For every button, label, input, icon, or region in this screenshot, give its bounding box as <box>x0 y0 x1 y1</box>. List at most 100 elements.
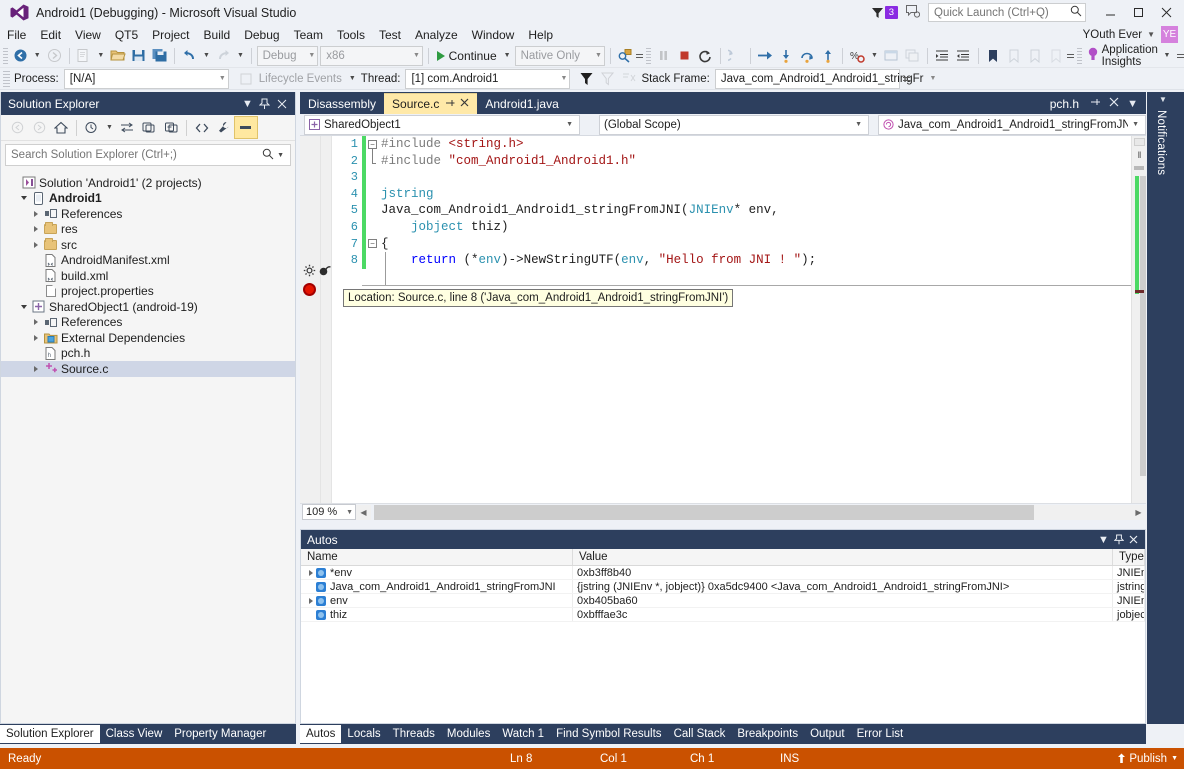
tab-source-c[interactable]: Source.c <box>384 93 478 114</box>
navigate-forward-icon[interactable] <box>44 46 65 66</box>
tracepoint-icon[interactable] <box>319 265 333 279</box>
autos-cell-value[interactable]: 0xbfffae3c <box>573 608 1113 621</box>
toolbar-grip[interactable] <box>646 47 651 64</box>
stack-frame-selector[interactable]: Java_com_Android1_Android1_stringFr ▼ <box>714 68 936 89</box>
windows-list-icon[interactable] <box>902 46 923 66</box>
account-name[interactable]: YOuth Ever <box>1083 29 1142 41</box>
debug-windows-icon[interactable] <box>881 46 902 66</box>
chevron-down-icon[interactable]: ▼ <box>1096 531 1111 548</box>
attach-to-process-icon[interactable] <box>615 46 636 66</box>
tab-property-manager[interactable]: Property Manager <box>168 725 272 743</box>
menu-view[interactable]: View <box>68 27 108 43</box>
tree-item-pch-h[interactable]: h pch.h <box>1 346 295 362</box>
clear-bookmark-icon[interactable] <box>1045 46 1066 66</box>
glyph-margin[interactable] <box>300 136 321 503</box>
open-file-icon[interactable] <box>107 46 128 66</box>
tab-android1-java[interactable]: Android1.java <box>477 93 567 114</box>
preview-selected-items-icon[interactable] <box>233 116 258 139</box>
autos-cell-name[interactable]: *env <box>301 566 573 579</box>
chevron-down-icon[interactable]: ▼ <box>851 121 866 128</box>
pending-changes-filter-icon[interactable] <box>81 117 103 138</box>
chevron-down-icon[interactable]: ▼ <box>346 509 353 516</box>
column-header-name[interactable]: Name <box>301 549 573 565</box>
expander-expanded-icon[interactable] <box>17 196 30 201</box>
pin-icon[interactable] <box>1111 531 1126 548</box>
close-icon[interactable] <box>1126 531 1141 548</box>
chevron-down-icon[interactable]: ▼ <box>1123 98 1142 110</box>
tree-item-references-2[interactable]: References <box>1 315 295 331</box>
scroll-left-button[interactable]: ◀ <box>356 504 371 520</box>
chevron-down-icon[interactable]: ▼ <box>1147 30 1155 39</box>
tree-item-external-dependencies[interactable]: External Dependencies <box>1 330 295 346</box>
previous-bookmark-icon[interactable] <box>1003 46 1024 66</box>
redo-dropdown-icon[interactable]: ▼ <box>234 52 247 59</box>
glyph-margin-secondary[interactable] <box>319 136 333 503</box>
menu-file[interactable]: File <box>0 27 33 43</box>
toolbar-overflow-button[interactable] <box>1176 46 1184 66</box>
menu-help[interactable]: Help <box>521 27 560 43</box>
undo-dropdown-icon[interactable]: ▼ <box>200 52 213 59</box>
pin-icon[interactable] <box>1086 97 1105 110</box>
chevron-down-icon[interactable]: ▼ <box>1171 755 1178 762</box>
indent-icon[interactable] <box>932 46 953 66</box>
close-button[interactable] <box>1152 3 1180 23</box>
menu-window[interactable]: Window <box>465 27 522 43</box>
toolbar-overflow-button[interactable] <box>635 46 644 66</box>
debugger-type-selector[interactable]: Native Only ▼ <box>514 45 605 66</box>
table-row[interactable]: *env 0xb3ff8b40 JNIEnv <box>301 566 1145 580</box>
lifecycle-dropdown-icon[interactable]: ▼ <box>346 75 359 82</box>
member-selector[interactable]: Java_com_Android1_Android1_stringFromJNI… <box>878 114 1146 135</box>
maximize-button[interactable] <box>1124 3 1152 23</box>
expander-collapsed-icon[interactable] <box>305 597 316 604</box>
zoom-level-selector[interactable]: 109 % ▼ <box>302 504 356 520</box>
tab-disassembly[interactable]: Disassembly <box>300 93 385 114</box>
hex-dropdown-icon[interactable]: ▼ <box>868 52 881 59</box>
table-row[interactable]: thiz 0xbfffae3c jobject <box>301 608 1145 622</box>
scrollbar-thumb[interactable] <box>1140 176 1146 476</box>
toolbar-grip[interactable] <box>1076 47 1082 64</box>
column-header-type[interactable]: Type <box>1113 549 1145 565</box>
expander-collapsed-icon[interactable] <box>29 210 42 217</box>
search-options-dropdown-icon[interactable]: ▼ <box>274 152 287 159</box>
navigate-back-icon[interactable] <box>10 46 31 66</box>
toolbar-overflow-button[interactable] <box>901 69 912 89</box>
tab-error-list[interactable]: Error List <box>851 725 910 743</box>
code-text-area[interactable]: − − #include <string.h> #include "com_An… <box>343 136 1131 503</box>
menu-analyze[interactable]: Analyze <box>408 27 465 43</box>
stop-debugging-icon[interactable] <box>674 46 695 66</box>
back-icon[interactable] <box>6 117 28 138</box>
expander-collapsed-icon[interactable] <box>29 319 42 326</box>
scroll-right-button[interactable]: ▶ <box>1131 504 1146 520</box>
hexadecimal-display-icon[interactable]: % <box>847 46 868 66</box>
tab-watch-1[interactable]: Watch 1 <box>496 725 550 743</box>
solution-configuration-selector[interactable]: Debug ▼ <box>256 45 319 66</box>
tab-call-stack[interactable]: Call Stack <box>668 725 732 743</box>
expander-collapsed-icon[interactable] <box>29 334 42 341</box>
expander-collapsed-icon[interactable] <box>29 365 42 372</box>
fold-toggle-line6[interactable]: − <box>368 239 377 248</box>
show-only-flagged-icon[interactable] <box>597 69 618 89</box>
breakpoint-icon[interactable] <box>303 283 316 296</box>
new-project-dropdown-icon[interactable]: ▼ <box>94 52 107 59</box>
toolbar-overflow-button[interactable] <box>1066 46 1074 66</box>
refresh-windows-app-icon[interactable] <box>725 46 746 66</box>
tree-item-androidmanifest-xml[interactable]: AndroidManifest.xml <box>1 253 295 269</box>
code-editor-surface[interactable]: 1 2 3 4 5 6 7 8 − − #include <string.h> … <box>300 136 1146 503</box>
menu-tools[interactable]: Tools <box>330 27 372 43</box>
close-icon[interactable] <box>460 98 469 110</box>
autos-cell-value[interactable]: {jstring (JNIEnv *, jobject)} 0xa5dc9400… <box>573 580 1113 593</box>
chevron-down-icon[interactable]: ▼ <box>555 75 568 82</box>
autos-cell-name[interactable]: Java_com_Android1_Android1_stringFromJNI <box>301 580 573 593</box>
menu-project[interactable]: Project <box>145 27 196 43</box>
tab-locals[interactable]: Locals <box>341 725 386 743</box>
scope-selector[interactable]: (Global Scope) ▼ <box>599 114 869 135</box>
search-icon[interactable] <box>1070 5 1082 20</box>
next-bookmark-icon[interactable] <box>1024 46 1045 66</box>
new-project-icon[interactable] <box>73 46 94 66</box>
feedback-icon[interactable] <box>906 4 921 21</box>
tab-solution-explorer[interactable]: Solution Explorer <box>0 725 100 743</box>
editor-horizontal-scrollbar[interactable] <box>374 504 1131 520</box>
show-all-files-icon[interactable] <box>191 117 213 138</box>
chevron-down-icon[interactable]: ▼ <box>1159 95 1167 104</box>
autos-cell-value[interactable]: 0xb405ba60 <box>573 594 1113 607</box>
